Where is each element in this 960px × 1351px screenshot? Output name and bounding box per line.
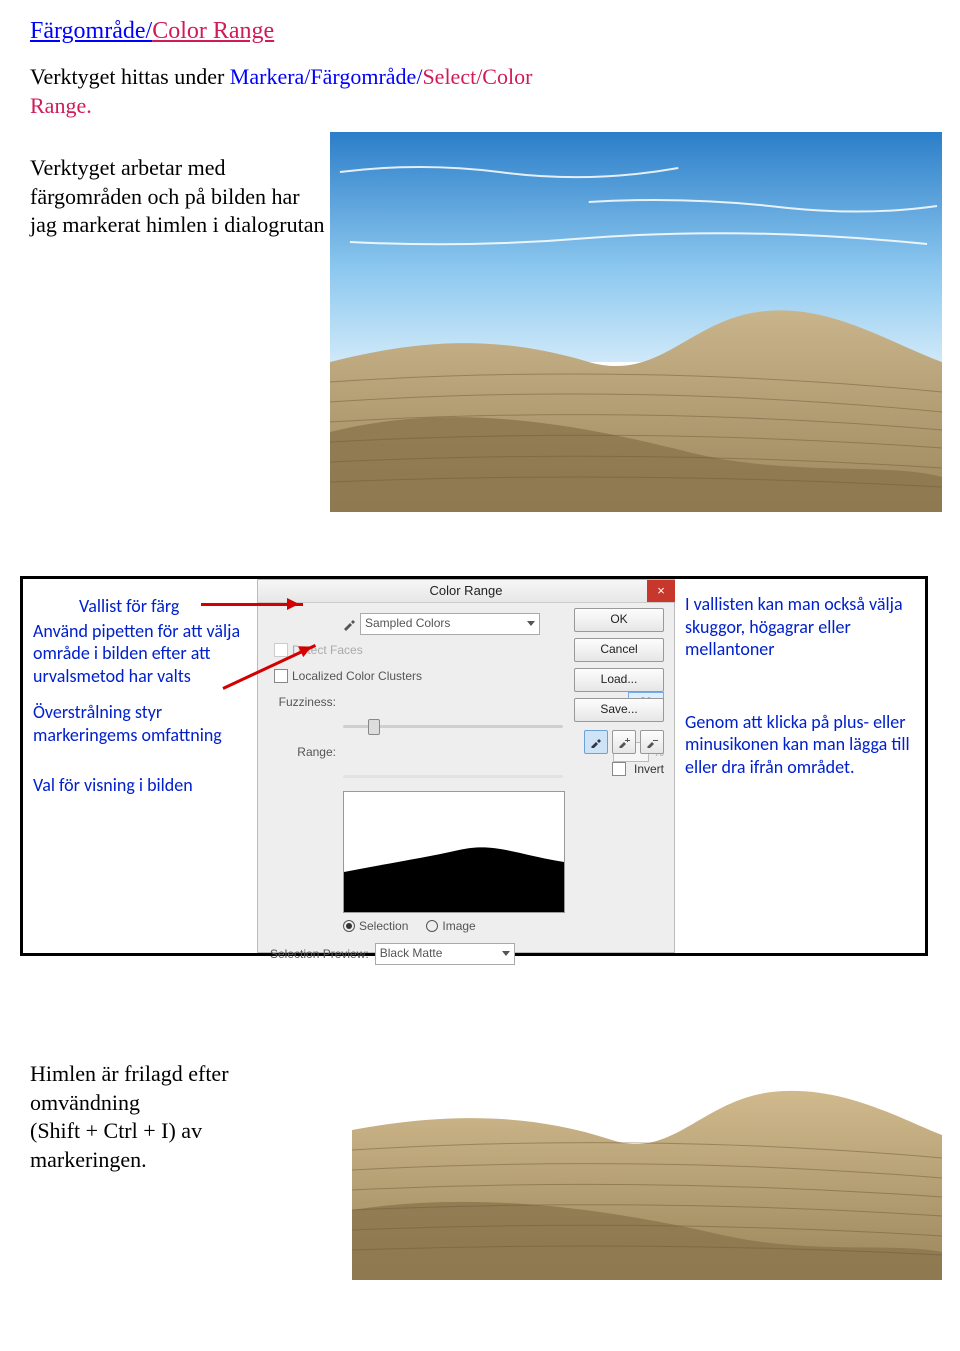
detect-faces-checkbox[interactable] bbox=[274, 643, 288, 657]
eyedropper-icon bbox=[342, 617, 356, 631]
load-button[interactable]: Load... bbox=[574, 668, 664, 692]
intro-paragraph: Verktyget arbetar med färgområden och på… bbox=[30, 154, 330, 240]
intro-line: Verktyget hittas under Markera/Färgområd… bbox=[30, 63, 590, 120]
bottom-line2: (Shift + Ctrl + I) av markeringen. bbox=[30, 1118, 202, 1172]
range-label: Range: bbox=[268, 745, 342, 759]
eyedropper-plus-icon[interactable] bbox=[612, 730, 636, 754]
annotated-dialog-figure: Vallist för färg Använd pipetten för att… bbox=[20, 576, 928, 956]
color-range-dialog: Color Range × Sampled Colors Detect Face… bbox=[257, 579, 675, 953]
example-image-dunes-cutout bbox=[352, 1020, 942, 1280]
invert-checkbox[interactable] bbox=[612, 762, 626, 776]
close-button[interactable]: × bbox=[647, 580, 675, 602]
selection-radio[interactable]: Selection bbox=[343, 919, 408, 933]
annotation-pipetten: Använd pipetten för att välja område i b… bbox=[33, 620, 247, 688]
annotation-plusminus: Genom att klicka på plus- eller minusiko… bbox=[685, 711, 915, 779]
sampled-colors-select[interactable]: Sampled Colors bbox=[360, 613, 540, 635]
selection-preview-label: Selection Preview: bbox=[270, 947, 369, 961]
annotation-vallist: Vallist för färg bbox=[79, 595, 247, 618]
bottom-paragraph: Himlen är frilagd efter omvändning (Shif… bbox=[30, 1020, 310, 1174]
select-label bbox=[268, 617, 342, 631]
selection-preview-thumbnail bbox=[343, 791, 565, 913]
localized-clusters-checkbox[interactable] bbox=[274, 669, 288, 683]
eyedropper-minus-icon[interactable] bbox=[640, 730, 664, 754]
fuzziness-label: Fuzziness: bbox=[268, 695, 342, 709]
annotation-vallisten-right: I vallisten kan man också välja skuggor,… bbox=[685, 593, 915, 661]
arrow-icon bbox=[201, 603, 303, 606]
bottom-line1: Himlen är frilagd efter omvändning bbox=[30, 1061, 229, 1115]
annotation-overstralning: Överstrålning styr markeringems omfattni… bbox=[33, 701, 247, 746]
invert-label: Invert bbox=[634, 762, 664, 776]
eyedropper-icon[interactable] bbox=[584, 730, 608, 754]
preview-mode-radios: Selection Image bbox=[343, 919, 664, 933]
save-button[interactable]: Save... bbox=[574, 698, 664, 722]
fuzziness-slider[interactable] bbox=[343, 717, 563, 735]
selection-preview-select[interactable]: Black Matte bbox=[375, 943, 515, 965]
intro-prefix: Verktyget hittas under bbox=[30, 64, 230, 89]
section-heading: Färgområde/Color Range bbox=[30, 18, 942, 45]
range-slider bbox=[343, 767, 563, 785]
cancel-button[interactable]: Cancel bbox=[574, 638, 664, 662]
dialog-title: Color Range bbox=[258, 580, 674, 603]
ok-button[interactable]: OK bbox=[574, 608, 664, 632]
annotation-valvisning: Val för visning i bilden bbox=[33, 774, 247, 797]
heading-en: Color Range bbox=[152, 18, 274, 44]
image-radio[interactable]: Image bbox=[426, 919, 475, 933]
example-image-dunes-sky bbox=[330, 132, 942, 512]
intro-path-sv: Markera/Färgområde/ bbox=[230, 64, 423, 89]
heading-sv: Färgområde/ bbox=[30, 18, 152, 44]
localized-clusters-label: Localized Color Clusters bbox=[292, 669, 422, 683]
